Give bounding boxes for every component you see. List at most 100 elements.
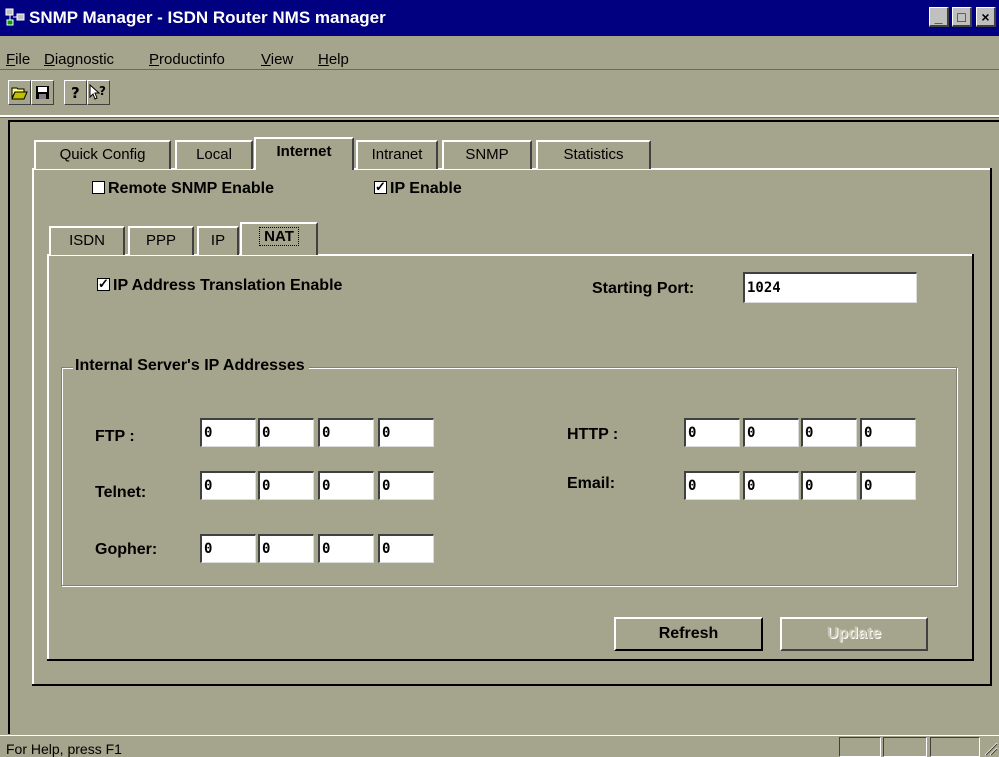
email-octet-1[interactable] (684, 471, 740, 500)
sub-panel-right-edge (972, 254, 974, 661)
gopher-label: Gopher: (95, 541, 158, 558)
save-disk-icon (36, 86, 49, 99)
minimize-button[interactable]: _ (929, 7, 949, 27)
menu-productinfo[interactable]: Productinfo (149, 51, 225, 68)
status-text: For Help, press F1 (6, 741, 122, 757)
network-computers-icon (5, 8, 25, 26)
ip-translation-checkbox-box (97, 276, 110, 292)
sub-panel-left-edge (47, 254, 49, 660)
ftp-octet-2[interactable] (258, 418, 314, 447)
remote-snmp-checkbox-box (92, 181, 105, 194)
ip-enable-checkbox[interactable]: IP Enable (374, 179, 462, 198)
window-title: SNMP Manager - ISDN Router NMS manager (29, 8, 386, 27)
main-panel-bottom-edge (32, 684, 992, 686)
tab-isdn-label: ISDN (69, 232, 105, 249)
menu-bar: File Diagnostic Productinfo View Help (0, 36, 999, 70)
http-octet-1[interactable] (684, 418, 740, 447)
ip-translation-label: IP Address Translation Enable (113, 277, 343, 294)
telnet-octet-4[interactable] (378, 471, 434, 500)
http-octet-4[interactable] (860, 418, 916, 447)
menu-help-label: elp (328, 51, 349, 68)
remote-snmp-checkbox[interactable]: Remote SNMP Enable (92, 180, 274, 198)
starting-port-input[interactable] (743, 272, 917, 303)
tab-internet[interactable]: Internet (254, 137, 354, 170)
help-button[interactable]: ? (64, 80, 87, 105)
menu-file[interactable]: File (6, 51, 30, 68)
status-panel-2 (883, 737, 927, 757)
update-button: Update (780, 617, 928, 651)
telnet-octet-3[interactable] (318, 471, 374, 500)
resize-grip-icon[interactable] (983, 741, 998, 756)
tab-snmp-label: SNMP (465, 146, 509, 163)
svg-text:?: ? (99, 84, 106, 98)
tab-internet-label: Internet (276, 143, 332, 160)
context-help-button[interactable]: ? (87, 80, 110, 105)
ftp-octet-4[interactable] (378, 418, 434, 447)
email-octet-2[interactable] (743, 471, 799, 500)
http-label: HTTP : (567, 426, 619, 443)
menu-view-mnemonic: V (261, 51, 271, 68)
menu-file-label: ile (15, 51, 31, 68)
tab-snmp[interactable]: SNMP (442, 140, 532, 169)
ip-enable-label: IP Enable (390, 180, 462, 197)
gopher-octet-1[interactable] (200, 534, 256, 563)
maximize-button[interactable]: □ (952, 7, 972, 27)
tab-ip[interactable]: IP (197, 226, 239, 255)
open-folder-icon (11, 87, 28, 100)
email-octet-4[interactable] (860, 471, 916, 500)
toolbar: ? ? (0, 71, 999, 117)
menu-help[interactable]: Help (318, 51, 349, 68)
status-panel-3 (930, 737, 980, 757)
email-octet-3[interactable] (801, 471, 857, 500)
open-button[interactable] (8, 80, 31, 105)
telnet-octet-2[interactable] (258, 471, 314, 500)
client-border-left (8, 120, 10, 734)
gopher-octet-4[interactable] (378, 534, 434, 563)
menu-productinfo-label: roductinfo (159, 51, 225, 68)
client-border-top (8, 120, 999, 122)
http-octet-2[interactable] (743, 418, 799, 447)
ip-translation-checkbox[interactable]: IP Address Translation Enable (97, 276, 343, 295)
ftp-octet-1[interactable] (200, 418, 256, 447)
tab-ppp[interactable]: PPP (128, 226, 194, 255)
ip-enable-checkbox-box (374, 179, 387, 195)
tab-local[interactable]: Local (175, 140, 253, 169)
status-panel-1 (839, 737, 881, 757)
close-icon: × (981, 8, 990, 25)
ftp-label: FTP : (95, 428, 135, 445)
menu-diagnostic-mnemonic: D (44, 51, 55, 68)
gopher-octet-2[interactable] (258, 534, 314, 563)
menu-diagnostic-label: iagnostic (54, 51, 115, 68)
status-bar: For Help, press F1 (0, 735, 999, 757)
tab-intranet[interactable]: Intranet (356, 140, 438, 169)
menu-view[interactable]: View (261, 51, 293, 68)
menu-view-label: iew (270, 51, 294, 68)
sub-panel-bottom-edge (47, 659, 974, 661)
close-button[interactable]: × (976, 7, 996, 27)
menu-productinfo-mnemonic: P (149, 51, 160, 68)
email-label: Email: (567, 475, 616, 492)
tab-nat[interactable]: NAT (240, 222, 318, 255)
minimize-icon: _ (934, 8, 943, 25)
menu-file-mnemonic: F (6, 51, 16, 68)
tab-quick-config[interactable]: Quick Config (34, 140, 171, 169)
ftp-octet-3[interactable] (318, 418, 374, 447)
menu-help-mnemonic: H (318, 51, 329, 68)
gopher-octet-3[interactable] (318, 534, 374, 563)
tab-ppp-label: PPP (145, 232, 176, 249)
menu-diagnostic[interactable]: Diagnostic (44, 51, 114, 68)
tab-statistics[interactable]: Statistics (536, 140, 651, 169)
title-bar[interactable]: SNMP Manager - ISDN Router NMS manager _… (0, 0, 999, 36)
starting-port-label: Starting Port: (592, 280, 695, 297)
context-help-icon: ? (89, 84, 106, 100)
http-octet-3[interactable] (801, 418, 857, 447)
svg-text:?: ? (71, 84, 80, 101)
tab-quick-config-label: Quick Config (59, 146, 146, 163)
tab-isdn[interactable]: ISDN (49, 226, 125, 255)
telnet-octet-1[interactable] (200, 471, 256, 500)
tab-local-label: Local (196, 146, 232, 163)
save-button[interactable] (31, 80, 54, 105)
refresh-button[interactable]: Refresh (614, 617, 763, 651)
telnet-label: Telnet: (95, 484, 147, 501)
main-panel-left-edge (32, 168, 34, 685)
